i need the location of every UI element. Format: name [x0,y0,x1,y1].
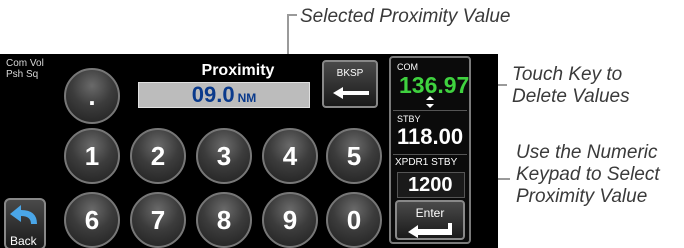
com-standby-key[interactable]: STBY 118.00 [393,112,467,155]
proximity-value-field[interactable]: 09.0 NM [138,82,310,108]
key-2[interactable]: 2 [130,128,186,184]
backspace-arrow-icon [333,87,369,99]
back-label: Back [10,234,37,248]
backspace-button[interactable]: BKSP [322,60,378,108]
numeric-keypad-callout: Use the Numeric Keypad to Select Proximi… [516,142,660,208]
key-3[interactable]: 3 [196,128,252,184]
delete-values-callout: Touch Key to Delete Values [512,64,630,108]
selected-proximity-callout: Selected Proximity Value [300,6,511,27]
proximity-screen: Com Vol Psh Sq Back . Proximity 09.0 NM … [0,54,498,248]
xpdr-label: XPDR1 STBY [395,157,458,168]
delete-callout-line1: Touch Key to [512,64,623,85]
swap-arrows-icon [426,96,434,108]
enter-arrow-icon [408,223,452,238]
key-7[interactable]: 7 [130,192,186,248]
com-standby-frequency: 118.00 [397,124,464,149]
keypad-title: Proximity [201,62,275,79]
com-vol-line2: Psh Sq [6,69,39,80]
key-8[interactable]: 8 [196,192,252,248]
backspace-label: BKSP [336,68,364,79]
com-frequency-key[interactable]: COM 136.97 [393,60,470,111]
key-0[interactable]: 0 [326,192,382,248]
numeric-callout-line1: Use the Numeric [516,142,658,163]
xpdr-standby-key[interactable]: XPDR1 STBY 1200 [393,155,467,199]
enter-button[interactable]: Enter [395,200,465,240]
selected-proximity-leader-h [287,14,297,16]
com-vol-label[interactable]: Com Vol Psh Sq [6,58,44,80]
enter-label: Enter [415,206,445,220]
back-arrow-icon [10,205,37,224]
back-button[interactable]: Back [4,198,46,248]
squawk-code: 1200 [408,174,453,196]
key-5[interactable]: 5 [326,128,382,184]
numeric-callout-line2: Keypad to Select [516,164,660,185]
key-decimal[interactable]: . [64,68,120,124]
key-1[interactable]: 1 [64,128,120,184]
proximity-value: 09.0 [191,82,235,107]
key-6[interactable]: 6 [64,192,120,248]
delete-callout-line2: Delete Values [512,86,630,107]
com-label: COM [397,62,418,72]
com-panel: COM 136.97 STBY 118.00 XPDR1 STBY 1200 E… [389,56,471,244]
com-vol-line1: Com Vol [6,58,44,69]
key-9[interactable]: 9 [262,192,318,248]
proximity-unit: NM [237,91,257,105]
numeric-callout-line3: Proximity Value [516,186,648,207]
squawk-code-box: 1200 [397,172,465,198]
key-4[interactable]: 4 [262,128,318,184]
stby-label: STBY [397,114,421,124]
com-active-frequency: 136.97 [399,72,470,98]
